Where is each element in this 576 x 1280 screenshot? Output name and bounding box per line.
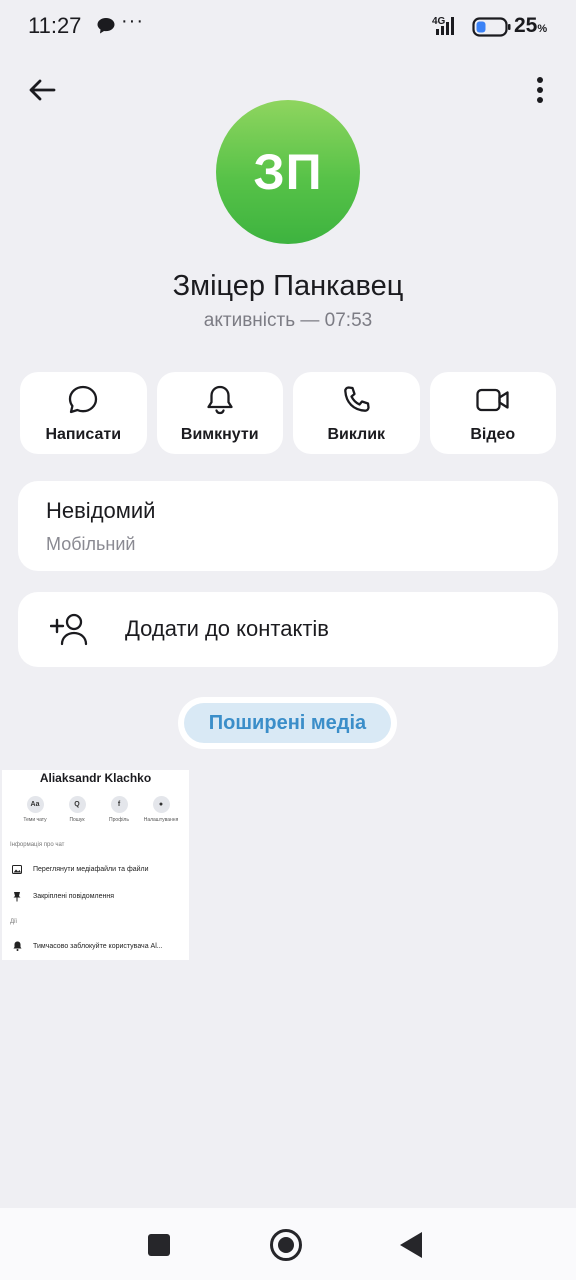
thumbnail-action: f Профіль (102, 796, 136, 823)
facebook-icon: f (110, 796, 128, 813)
media-thumbnail[interactable]: Aliaksandr Klachko Aa Теми чату Q Пошук … (2, 770, 189, 960)
thumbnail-title: Aliaksandr Klachko (39, 771, 152, 785)
arrow-left-icon (29, 79, 56, 101)
battery-percent: 25% (514, 14, 548, 37)
profile-name: Зміцер Панкавец (172, 270, 404, 302)
message-bubble-icon (67, 384, 99, 416)
media-tab-container: Поширені медіа (178, 697, 397, 749)
tab-shared-media[interactable]: Поширені медіа (184, 703, 391, 743)
thumbnail-item-label: Переглянути медіафайли та файли (33, 865, 149, 873)
thumbnail-section-label: Інформація про чат (10, 842, 65, 848)
thumbnail-section-label: Дії (10, 919, 18, 925)
mute-button-label: Вимкнути (180, 426, 259, 443)
call-button[interactable]: Виклик (293, 372, 420, 454)
triangle-back-icon[interactable] (400, 1232, 422, 1258)
add-to-contacts-button[interactable]: Додати до контактів (18, 592, 558, 667)
thumbnail-action: Aa Теми чату (18, 796, 52, 823)
signal-icon: 4G (432, 15, 466, 42)
avatar-initials: ЗП (253, 144, 323, 200)
network-type: 4G (432, 16, 446, 27)
phone-type: Мобільний (46, 534, 136, 554)
theme-icon: Aa (26, 796, 44, 813)
video-call-button[interactable]: Відео (429, 372, 556, 454)
settings-icon: ● (152, 796, 170, 813)
mute-button[interactable]: Вимкнути (156, 372, 283, 454)
more-vertical-icon (537, 77, 543, 103)
more-options-button[interactable] (522, 72, 558, 108)
thumbnail-action-label: Профіль (109, 817, 129, 823)
search-icon: Q (68, 796, 86, 813)
last-seen-status: активність — 07:53 (203, 310, 373, 331)
avatar[interactable]: ЗП (216, 100, 360, 244)
image-icon (12, 864, 22, 874)
thumbnail-list-item: Тимчасово заблокуйте користувача Al... (12, 941, 163, 951)
phone-icon (340, 384, 372, 416)
call-button-label: Виклик (327, 426, 386, 443)
circle-home-icon[interactable] (270, 1229, 302, 1261)
add-to-contacts-label: Додати до контактів (125, 616, 329, 641)
square-icon[interactable] (148, 1234, 170, 1256)
thumbnail-action-label: Налаштування (143, 817, 179, 823)
thumbnail-list-item: Закріплені повідомлення (12, 891, 114, 901)
status-time: 11:27 (28, 13, 82, 38)
pin-icon (12, 891, 22, 901)
more-notifications-icon: ··· (121, 10, 144, 32)
bell-icon (12, 941, 22, 951)
thumbnail-action-label: Пошук (69, 817, 85, 823)
thumbnail-action: Q Пошук (60, 796, 94, 823)
battery-icon (472, 16, 512, 43)
action-buttons: Написати Вимкнути Виклик Відео (20, 372, 556, 454)
phone-number-card[interactable]: Невідомий Мобільний (18, 481, 558, 571)
status-bar: 11:27 ··· 4G 25% (0, 0, 576, 54)
chat-notification-icon (96, 17, 116, 40)
thumbnail-list-item: Переглянути медіафайли та файли (12, 864, 149, 874)
thumbnail-actions: Aa Теми чату Q Пошук f Профіль ● Налашту… (18, 796, 178, 823)
thumbnail-action: ● Налаштування (144, 796, 178, 823)
thumbnail-item-label: Тимчасово заблокуйте користувача Al... (33, 942, 163, 950)
thumbnail-item-label: Закріплені повідомлення (33, 892, 115, 900)
phone-number: Невідомий (46, 498, 156, 523)
system-nav-bar (0, 1208, 576, 1280)
video-call-button-label: Відео (470, 426, 516, 443)
video-camera-icon (475, 384, 511, 416)
message-button[interactable]: Написати (20, 372, 147, 454)
back-button[interactable] (24, 72, 60, 108)
add-person-icon (49, 612, 90, 651)
thumbnail-action-label: Теми чату (23, 817, 47, 823)
message-button-label: Написати (45, 426, 122, 443)
bell-icon (205, 384, 235, 416)
